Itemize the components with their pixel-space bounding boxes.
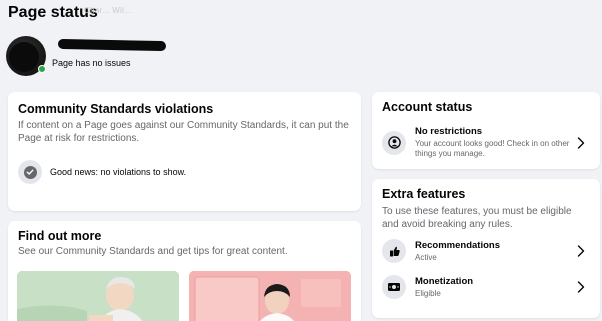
check-icon	[18, 160, 42, 184]
avatar[interactable]	[6, 36, 46, 76]
account-status-title: Account status	[382, 100, 473, 114]
page-profile: Page has no issues	[6, 36, 167, 76]
tip-thumbnail-1[interactable]	[17, 271, 179, 321]
account-shield-icon	[382, 130, 406, 155]
no-violations-row: Good news: no violations to show.	[18, 160, 351, 184]
extra-features-card: Extra features To use these features, yo…	[372, 179, 600, 318]
community-standards-title: Community Standards violations	[18, 102, 214, 116]
extra-features-description: To use these features, you must be eligi…	[382, 206, 572, 230]
find-out-more-description: See our Community Standards and get tips…	[18, 246, 288, 257]
extra-features-title: Extra features	[382, 187, 466, 201]
recommendations-icon	[382, 239, 406, 263]
no-violations-text: Good news: no violations to show.	[50, 167, 187, 177]
find-out-more-title: Find out more	[18, 229, 102, 243]
find-out-more-card: Find out more See our Community Standard…	[8, 221, 361, 321]
online-status-dot	[38, 65, 46, 73]
monetization-row[interactable]: Monetization Eligible	[382, 275, 590, 299]
recommendations-title: Recommendations	[415, 239, 500, 251]
page-name-faint: Char... Wil...	[84, 6, 132, 15]
chevron-right-icon	[577, 245, 585, 257]
tip-thumbnail-2[interactable]	[189, 271, 351, 321]
chevron-right-icon	[577, 281, 585, 293]
account-status-row-subtitle: Your account looks good! Check in on oth…	[415, 139, 570, 158]
account-status-row[interactable]: No restrictions Your account looks good!…	[382, 126, 590, 159]
account-status-card: Account status No restrictions Your acco…	[372, 92, 600, 169]
community-standards-description: If content on a Page goes against our Co…	[18, 120, 349, 144]
monetization-icon	[382, 275, 406, 299]
recommendations-row[interactable]: Recommendations Active	[382, 239, 590, 263]
chevron-right-icon	[577, 136, 585, 149]
recommendations-status: Active	[415, 252, 437, 262]
page-status-text: Page has no issues	[52, 58, 131, 68]
monetization-status: Eligible	[415, 288, 441, 298]
monetization-title: Monetization	[415, 275, 474, 287]
account-status-row-title: No restrictions	[415, 126, 483, 137]
redacted-page-name	[57, 38, 167, 52]
community-standards-card: Community Standards violations If conten…	[8, 92, 361, 211]
